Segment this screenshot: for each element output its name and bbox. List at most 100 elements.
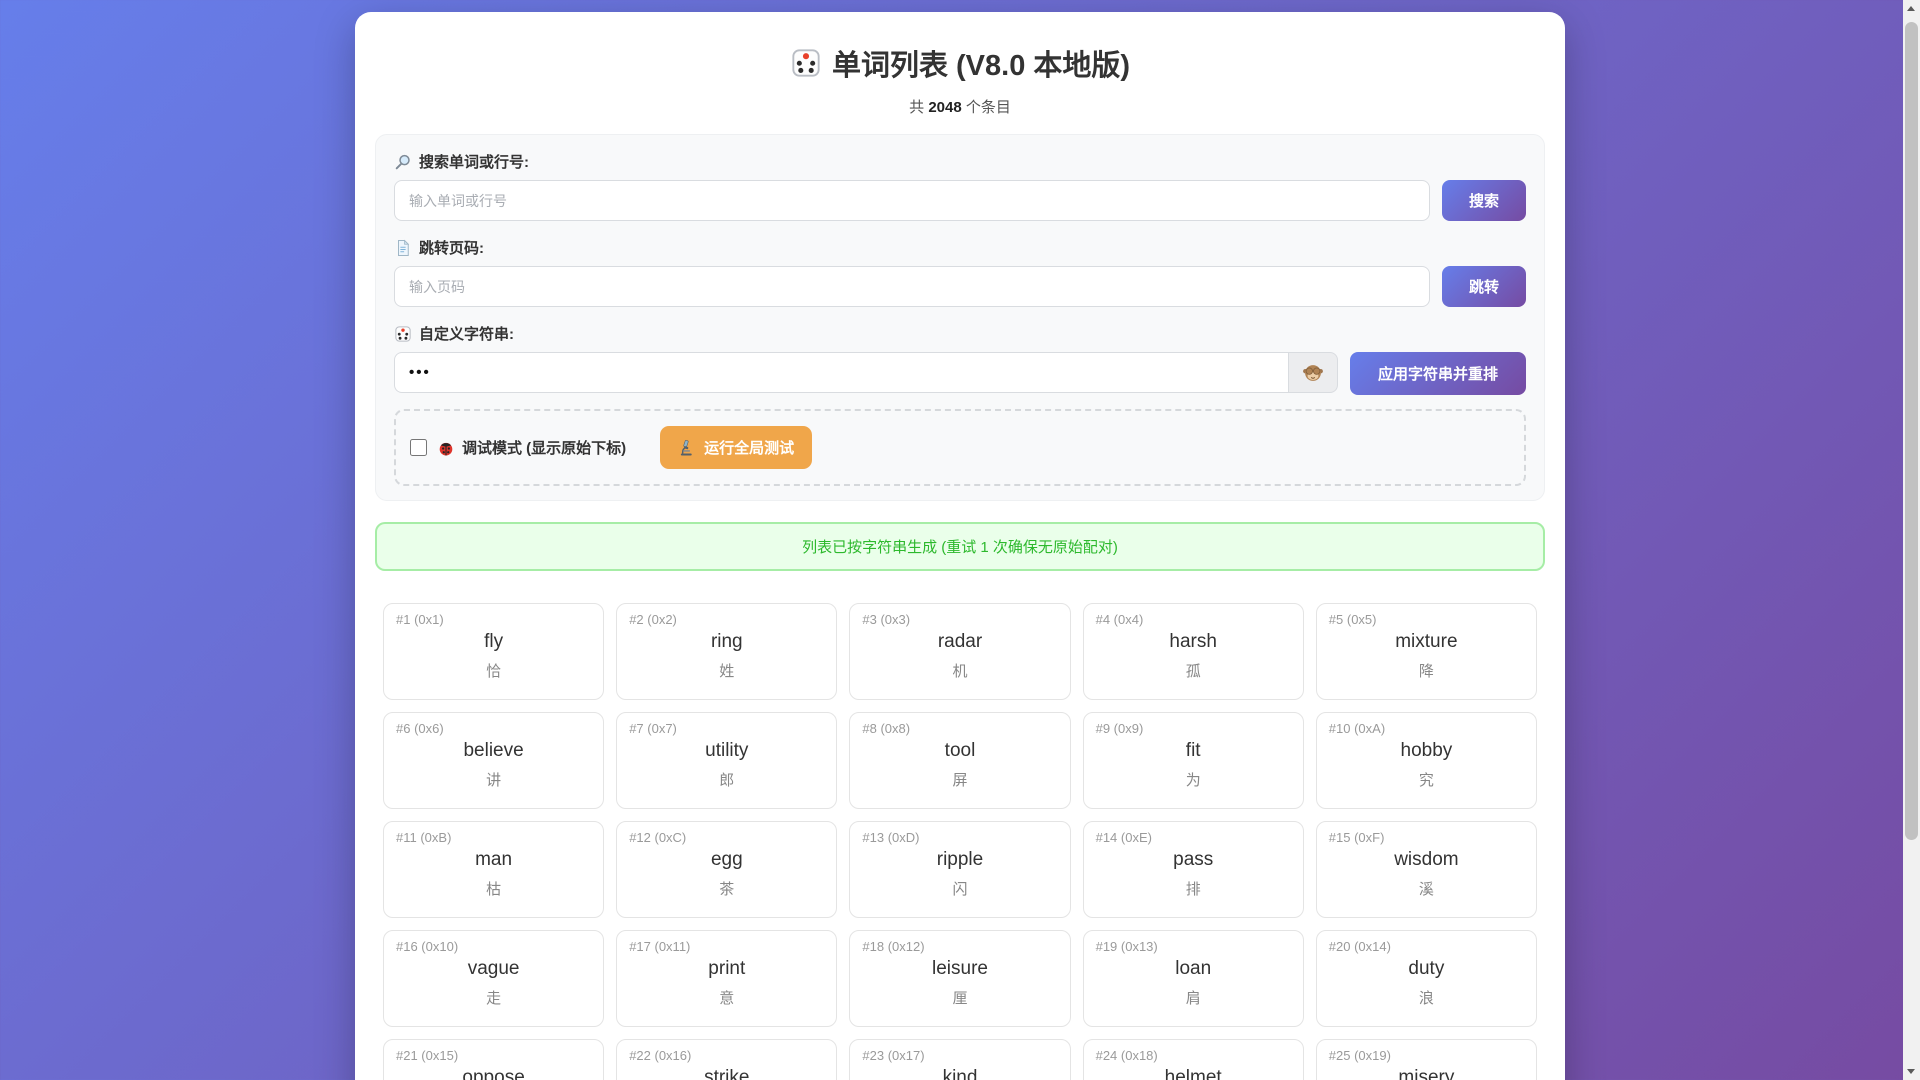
word-card-index: #3 (0x3): [862, 612, 911, 627]
page-title: 单词列表 (V8.0 本地版): [375, 42, 1545, 84]
scrollbar-up-arrow-icon[interactable]: [1903, 0, 1920, 16]
game-die-icon: [790, 47, 822, 79]
run-global-test-button[interactable]: 运行全局测试: [660, 426, 813, 469]
scrollbar[interactable]: [1903, 0, 1920, 1080]
word-card-english: harsh: [1169, 631, 1217, 652]
word-card-english: hobby: [1400, 740, 1453, 761]
word-card-english: helmet: [1164, 1067, 1222, 1080]
controls-panel: 搜索单词或行号: 搜索 跳转页码: 跳转: [375, 134, 1545, 501]
word-grid: #1 (0x1) fly 恰 #2 (0x2) ring 姓 #3 (0x3) …: [383, 603, 1537, 1080]
entry-count-suffix: 个条目: [961, 99, 1011, 116]
word-card: #20 (0x14) duty 浪: [1315, 930, 1537, 1027]
word-card-chinese: 浪: [1418, 990, 1434, 1007]
word-card-index: #18 (0x12): [862, 939, 925, 954]
word-card-index: #22 (0x16): [629, 1048, 692, 1063]
word-card-english: kind: [942, 1067, 978, 1080]
entry-count-number: 2048: [928, 99, 962, 116]
word-card-english: loan: [1175, 958, 1212, 979]
word-card-english: oppose: [462, 1067, 525, 1080]
scrollbar-down-arrow-icon[interactable]: [1903, 1064, 1920, 1080]
word-card-english: tool: [944, 740, 976, 761]
entry-count-prefix: 共: [909, 99, 929, 116]
word-card-english: utility: [705, 740, 749, 761]
word-card-chinese: 屏: [952, 772, 968, 789]
word-card-english: fly: [484, 631, 504, 652]
word-card-english: vague: [467, 958, 520, 979]
word-card: #11 (0xB) man 枯: [383, 821, 605, 918]
word-card: #10 (0xA) hobby 究: [1315, 712, 1537, 809]
word-card-english: print: [708, 958, 746, 979]
word-card: #14 (0xE) pass 排: [1082, 821, 1304, 918]
page-jump-label: 跳转页码:: [394, 237, 1526, 258]
word-card-english: wisdom: [1394, 849, 1459, 870]
word-card: #5 (0x5) mixture 降: [1315, 603, 1537, 700]
reveal-string-button[interactable]: [1288, 352, 1338, 393]
word-card-index: #16 (0x10): [396, 939, 459, 954]
word-card-chinese: 茶: [719, 881, 735, 898]
debug-mode-checkbox[interactable]: [410, 439, 427, 456]
word-card-chinese: 为: [1185, 772, 1201, 789]
dice-icon: [394, 325, 412, 343]
word-card: #4 (0x4) harsh 孤: [1082, 603, 1304, 700]
entry-count: 共 2048 个条目: [375, 96, 1545, 117]
word-card-chinese: 闪: [952, 881, 968, 898]
word-card-english: believe: [463, 740, 524, 761]
word-card-index: #15 (0xF): [1328, 830, 1385, 845]
word-card-index: #13 (0xD): [862, 830, 920, 845]
word-card-english: leisure: [932, 958, 988, 979]
word-card: #7 (0x7) utility 郎: [616, 712, 838, 809]
word-card-english: man: [475, 849, 513, 870]
word-card: #22 (0x16) strike: [616, 1039, 838, 1080]
word-card-english: duty: [1408, 958, 1445, 979]
scrollbar-thumb[interactable]: [1905, 22, 1918, 840]
search-label-text: 搜索单词或行号:: [419, 154, 529, 171]
word-card-english: ripple: [936, 849, 984, 870]
word-card-chinese: 恰: [486, 663, 502, 680]
jump-button[interactable]: 跳转: [1442, 266, 1526, 307]
word-card-english: mixture: [1395, 631, 1458, 652]
word-card-chinese: 究: [1418, 772, 1434, 789]
run-global-test-label: 运行全局测试: [704, 440, 795, 457]
word-card-index: #10 (0xA): [1328, 721, 1386, 736]
word-card-chinese: 机: [952, 663, 968, 680]
search-icon: [394, 153, 412, 171]
word-card-index: #12 (0xC): [629, 830, 687, 845]
see-no-evil-monkey-icon: [1302, 362, 1324, 384]
word-card-chinese: 枯: [486, 881, 502, 898]
word-card: #25 (0x19) misery: [1315, 1039, 1537, 1080]
custom-string-group: [394, 352, 1338, 395]
search-button[interactable]: 搜索: [1442, 180, 1526, 221]
word-card-chinese: 厘: [952, 990, 968, 1007]
page-icon: [394, 239, 412, 257]
word-card-index: #23 (0x17): [862, 1048, 925, 1063]
debug-mode-label[interactable]: 调试模式 (显示原始下标): [437, 437, 626, 458]
word-card-english: misery: [1398, 1067, 1455, 1080]
word-card-index: #5 (0x5): [1328, 612, 1377, 627]
search-input[interactable]: [394, 180, 1430, 221]
word-card-english: egg: [710, 849, 743, 870]
status-banner: 列表已按字符串生成 (重试 1 次确保无原始配对): [375, 522, 1545, 571]
word-card-chinese: 孤: [1185, 663, 1201, 680]
word-card-chinese: 排: [1185, 881, 1201, 898]
microscope-icon: [678, 439, 696, 457]
apply-string-button[interactable]: 应用字符串并重排: [1350, 352, 1526, 395]
word-card-index: #11 (0xB): [396, 830, 452, 845]
word-card-english: ring: [710, 631, 743, 652]
word-card-index: #2 (0x2): [629, 612, 677, 627]
word-card: #3 (0x3) radar 机: [849, 603, 1071, 700]
word-card: #24 (0x18) helmet: [1082, 1039, 1304, 1080]
word-card-chinese: 意: [719, 990, 735, 1007]
status-message: 列表已按字符串生成 (重试 1 次确保无原始配对): [802, 539, 1118, 556]
custom-string-label: 自定义字符串:: [394, 323, 1526, 344]
word-card: #6 (0x6) believe 讲: [383, 712, 605, 809]
main-card: 单词列表 (V8.0 本地版) 共 2048 个条目 搜索单词或行号: 搜索: [355, 12, 1565, 1080]
custom-string-input[interactable]: [394, 352, 1288, 393]
word-card-chinese: 讲: [486, 772, 502, 789]
word-card-index: #6 (0x6): [396, 721, 444, 736]
word-card-chinese: 肩: [1185, 990, 1201, 1007]
word-card-english: strike: [704, 1067, 750, 1080]
page-number-input[interactable]: [394, 266, 1430, 307]
word-card-english: fit: [1185, 740, 1201, 761]
word-card: #18 (0x12) leisure 厘: [849, 930, 1071, 1027]
page-header: 单词列表 (V8.0 本地版) 共 2048 个条目: [375, 42, 1545, 117]
